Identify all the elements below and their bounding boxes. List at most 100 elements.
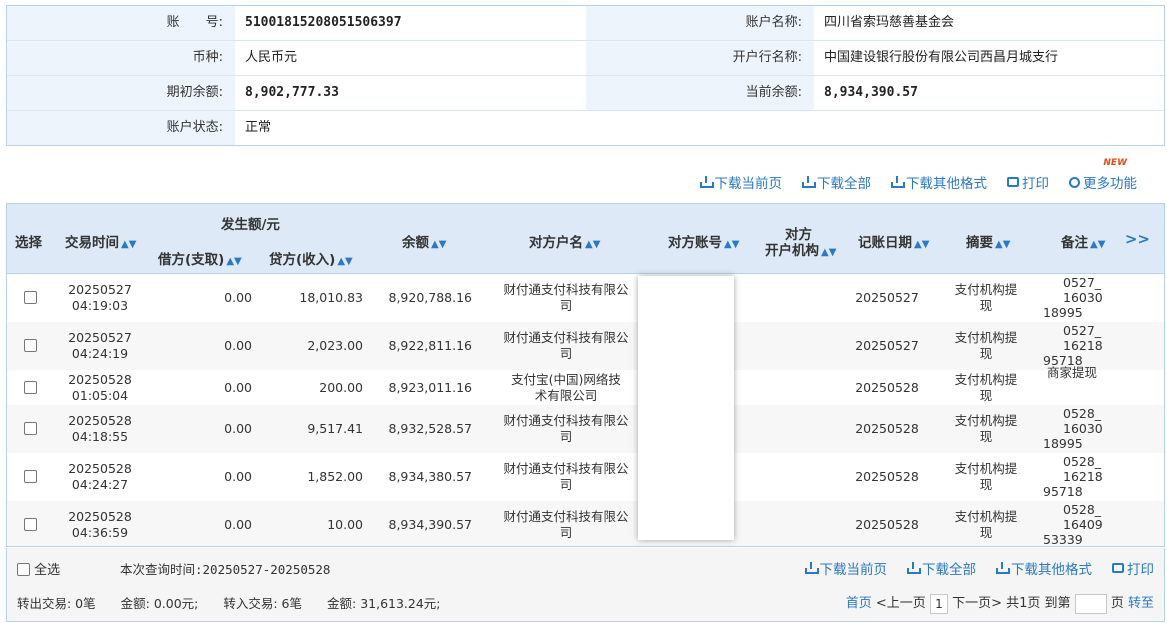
print-button[interactable]: 打印 xyxy=(1112,558,1154,578)
cell-remark: 0528_ 16030 18995 xyxy=(1043,406,1113,451)
first-page-link[interactable]: 首页 xyxy=(846,596,872,611)
row-checkbox[interactable] xyxy=(24,422,37,435)
current-page[interactable]: 1 xyxy=(929,593,948,614)
cell-party-name: 财付通支付科技有限公司 xyxy=(491,461,641,493)
summary-line1: 支付机构提 xyxy=(954,508,1018,524)
sort-icon: ▲▼ xyxy=(121,239,137,250)
remark-line2: 16409 xyxy=(1063,516,1103,532)
col-party-name[interactable]: 对方户名 ▲▼ xyxy=(529,231,600,251)
table-row[interactable]: 20250527 04:19:03 0.00 18,010.83 8,920,788.1… xyxy=(7,274,1164,322)
currency-value: 人民币元 xyxy=(245,50,298,65)
more-functions-label: 更多功能 xyxy=(1083,176,1137,192)
row-checkbox[interactable] xyxy=(24,380,37,394)
col-remark[interactable]: 备注 ▲▼ xyxy=(1061,231,1105,251)
cell-time-text: 04:24:27 xyxy=(71,477,129,492)
download-page-label: 下载当前页 xyxy=(819,562,888,578)
select-all-checkbox[interactable] xyxy=(17,563,30,576)
remark-line1: 0528_ xyxy=(1063,454,1102,469)
cell-time-text: 04:36:59 xyxy=(71,524,129,540)
cell-time: 20250528 01:05:04 xyxy=(65,372,135,404)
download-icon xyxy=(802,176,816,188)
cell-date-text: 20250528 xyxy=(68,413,132,428)
cell-party-name: 财付通支付科技有限公司 xyxy=(491,330,641,362)
remark-line2: 16030 xyxy=(1063,290,1103,305)
download-icon xyxy=(907,562,921,574)
cell-debit: 0.00 xyxy=(224,338,252,353)
party-name-line2: 司 xyxy=(559,298,573,313)
go-button[interactable]: 转至 xyxy=(1128,596,1154,611)
cell-post-date: 20250528 xyxy=(855,421,919,436)
goto-page-input[interactable] xyxy=(1074,593,1107,614)
redaction-mask xyxy=(638,276,734,540)
col-time[interactable]: 交易时间 ▲▼ xyxy=(65,231,136,251)
table-row[interactable]: 20250527 04:24:19 0.00 2,023.00 8,922,811.16… xyxy=(7,322,1164,370)
party-name-line1: 财付通支付科技有限公 xyxy=(503,413,629,428)
table-row[interactable]: 20250528 04:36:59 0.00 10.00 8,934,390.57 财付通… xyxy=(7,501,1164,546)
row-checkbox[interactable] xyxy=(24,470,37,483)
remark-line1: 0528_ xyxy=(1063,501,1102,517)
col-party-bank[interactable]: 开户机构 ▲▼ xyxy=(765,239,836,259)
table-row[interactable]: 20250528 04:18:55 0.00 9,517.41 8,932,528.57… xyxy=(7,405,1164,453)
table-header: 选择 交易时间 ▲▼ 发生额/元 借方(支取) ▲▼ 贷方(收入) ▲▼ 余额 ▲▼ 对… xyxy=(7,204,1164,274)
sort-icon: ▲▼ xyxy=(914,239,930,250)
cell-remark: 0528_ 16218 95718 xyxy=(1043,454,1113,499)
party-name-line2: 术有限公司 xyxy=(534,387,598,403)
prev-page-link[interactable]: <上一页 xyxy=(876,596,926,611)
download-all-label: 下载全部 xyxy=(922,562,976,578)
cell-party-name: 财付通支付科技有限公司 xyxy=(491,413,641,445)
col-party-account[interactable]: 对方账号 ▲▼ xyxy=(668,231,739,251)
download-all-button[interactable]: 下载全部 xyxy=(802,172,871,192)
transaction-table: 选择 交易时间 ▲▼ 发生额/元 借方(支取) ▲▼ 贷方(收入) ▲▼ 余额 ▲▼ 对… xyxy=(6,203,1165,547)
currency-label: 币种: xyxy=(7,41,235,75)
summary-line2: 现 xyxy=(979,524,993,540)
next-page-link[interactable]: 下一页> xyxy=(952,596,1002,611)
pagination: 首页 <上一页 1 下一页> 共1页 到第 页 转至 xyxy=(846,592,1154,614)
download-other-format-button[interactable]: 下载其他格式 xyxy=(996,558,1092,578)
table-row[interactable]: 20250528 04:24:27 0.00 1,852.00 8,934,380.57… xyxy=(7,453,1164,501)
cell-date-text: 20250527 xyxy=(68,330,132,345)
bank-label: 开户行名称: xyxy=(586,41,814,75)
goto-label: 到第 xyxy=(1044,596,1071,611)
more-functions-button[interactable]: 更多功能 xyxy=(1069,172,1137,192)
col-post-date[interactable]: 记账日期 ▲▼ xyxy=(858,231,929,251)
summary-line2: 现 xyxy=(979,477,993,492)
download-page-button[interactable]: 下载当前页 xyxy=(804,558,888,578)
row-checkbox[interactable] xyxy=(24,517,37,531)
cell-post-date: 20250527 xyxy=(855,290,919,305)
cell-remark: 0527_ 16030 18995 xyxy=(1043,275,1113,320)
col-debit-label: 借方(支取) xyxy=(158,252,225,268)
cell-date-text: 20250528 xyxy=(68,461,132,476)
print-button[interactable]: 打印 xyxy=(1007,172,1049,192)
download-page-button[interactable]: 下载当前页 xyxy=(699,172,782,192)
cell-debit: 0.00 xyxy=(224,379,252,395)
table-row[interactable]: 20250528 01:05:04 0.00 200.00 8,923,011.16 支付… xyxy=(7,365,1164,405)
party-name-line2: 司 xyxy=(559,524,573,540)
remark-line3: 18995 xyxy=(1043,305,1083,320)
col-balance[interactable]: 余额 ▲▼ xyxy=(402,231,446,251)
col-summary-label: 摘要 xyxy=(966,235,993,251)
account-status-label: 账户状态: xyxy=(7,111,235,145)
summary-line2: 现 xyxy=(979,298,993,313)
current-balance-label: 当前余额: xyxy=(586,76,814,110)
party-name-line2: 司 xyxy=(559,429,573,444)
download-all-button[interactable]: 下载全部 xyxy=(907,558,976,578)
select-all[interactable]: 全选 xyxy=(17,559,60,578)
col-party-account-label: 对方账号 xyxy=(668,235,722,251)
row-checkbox[interactable] xyxy=(24,339,37,352)
col-credit-label: 贷方(收入) xyxy=(269,252,336,268)
bank-value: 中国建设银行股份有限公司西昌月城支行 xyxy=(824,50,1059,65)
cell-time-text: 04:19:03 xyxy=(71,298,129,313)
col-summary[interactable]: 摘要 ▲▼ xyxy=(966,231,1010,251)
cell-balance: 8,934,390.57 xyxy=(388,516,473,532)
download-icon xyxy=(996,562,1010,574)
col-credit[interactable]: 贷方(收入) ▲▼ xyxy=(269,248,353,268)
row-checkbox[interactable] xyxy=(24,291,37,304)
expand-columns-button[interactable]: >> xyxy=(1125,230,1150,248)
cell-credit: 2,023.00 xyxy=(307,338,363,353)
sort-icon: ▲▼ xyxy=(995,239,1011,250)
cell-time-text: 01:05:04 xyxy=(71,387,129,403)
cell-debit: 0.00 xyxy=(224,290,252,305)
col-debit[interactable]: 借方(支取) ▲▼ xyxy=(158,248,242,268)
printer-icon xyxy=(1112,563,1124,573)
download-other-format-button[interactable]: 下载其他格式 xyxy=(891,172,987,192)
